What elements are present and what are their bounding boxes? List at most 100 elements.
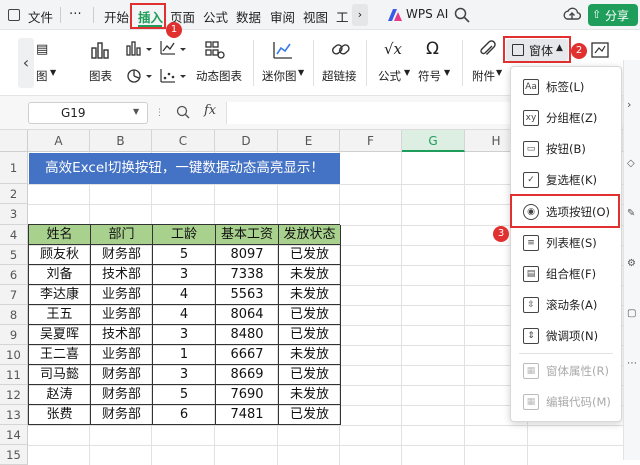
column-header-b[interactable]: B <box>90 130 152 152</box>
tab-review[interactable]: 审阅 <box>270 7 295 26</box>
table-cell-tenure[interactable]: 4 <box>153 285 216 305</box>
dynamic-chart-icon[interactable] <box>204 40 226 63</box>
attachment-button[interactable]: 附件 <box>472 68 495 84</box>
sparkline-icon[interactable] <box>272 40 294 63</box>
chevron-right-icon[interactable]: › <box>352 4 368 26</box>
table-cell-base-salary[interactable]: 7690 <box>216 385 279 405</box>
table-cell-department[interactable]: 业务部 <box>91 285 153 305</box>
table-cell-name[interactable]: 刘备 <box>29 265 91 285</box>
table-cell-payment-status[interactable]: 未发放 <box>279 345 341 365</box>
table-cell-name[interactable]: 王二喜 <box>29 345 91 365</box>
ribbon-scroll-left-button[interactable]: ‹ <box>18 38 34 88</box>
table-cell-base-salary[interactable]: 8064 <box>216 305 279 325</box>
tab-view[interactable]: 视图 <box>303 7 328 26</box>
table-cell-base-salary[interactable]: 7338 <box>216 265 279 285</box>
name-box[interactable]: G19 ▼ <box>28 102 148 124</box>
row-header-7[interactable]: 7 <box>0 285 28 305</box>
table-cell-base-salary[interactable]: 7481 <box>216 405 279 425</box>
table-cell-name[interactable]: 赵涛 <box>29 385 91 405</box>
scatter-chart-dropdown-icon[interactable] <box>160 68 190 87</box>
table-cell-payment-status[interactable]: 未发放 <box>279 265 341 285</box>
title-banner-cell[interactable]: 高效Excel切换按钮，一键数据动态高亮显示！ <box>29 153 340 184</box>
side-tool-icon[interactable]: ◇ <box>627 158 635 169</box>
table-cell-tenure[interactable]: 1 <box>153 345 216 365</box>
table-cell-tenure[interactable]: 5 <box>153 245 216 265</box>
tab-data[interactable]: 数据 <box>236 7 261 26</box>
cloud-upload-icon[interactable] <box>563 6 582 24</box>
table-cell-department[interactable]: 财务部 <box>91 245 153 265</box>
row-header-3[interactable]: 3 <box>0 204 28 225</box>
table-cell-tenure[interactable]: 3 <box>153 365 216 385</box>
table-cell-name[interactable]: 司马懿 <box>29 365 91 385</box>
menu-item-button[interactable]: ▭ 按钮(B) <box>517 135 617 163</box>
table-cell-payment-status[interactable]: 已发放 <box>279 245 341 265</box>
table-cell-payment-status[interactable]: 已发放 <box>279 325 341 345</box>
table-header-tenure[interactable]: 工龄 <box>153 225 216 245</box>
formula-button[interactable]: 公式 <box>378 68 401 84</box>
table-cell-tenure[interactable]: 5 <box>153 385 216 405</box>
column-header-c[interactable]: C <box>152 130 215 152</box>
pie-chart-dropdown-icon[interactable] <box>126 68 156 87</box>
menu-item-scroll-bar[interactable]: ⇳ 滚动条(A) <box>517 291 617 319</box>
table-cell-name[interactable]: 张费 <box>29 405 91 425</box>
menu-item-group-box[interactable]: xy 分组框(Z) <box>517 104 617 132</box>
function-fx-button[interactable]: fx <box>204 103 216 118</box>
table-cell-base-salary[interactable]: 8669 <box>216 365 279 385</box>
menu-item-spinner[interactable]: ⇕ 微调项(N) <box>517 322 617 350</box>
wps-ai-button[interactable]: WPS AI <box>406 7 448 21</box>
row-header-10[interactable]: 10 <box>0 345 28 365</box>
column-header-g[interactable]: G <box>402 130 465 152</box>
row-header-5[interactable]: 5 <box>0 245 28 265</box>
table-cell-department[interactable]: 技术部 <box>91 265 153 285</box>
row-header-1[interactable]: 1 <box>0 152 28 184</box>
row-header-6[interactable]: 6 <box>0 265 28 285</box>
select-all-corner[interactable] <box>0 130 28 152</box>
zoom-icon[interactable] <box>176 105 190 122</box>
table-cell-payment-status[interactable]: 已发放 <box>279 305 341 325</box>
file-menu[interactable]: 文件 <box>28 7 53 26</box>
table-header-base-salary[interactable]: 基本工资 <box>216 225 279 245</box>
omega-symbol-icon[interactable]: Ω <box>426 39 439 59</box>
table-cell-base-salary[interactable]: 6667 <box>216 345 279 365</box>
chevron-down-icon[interactable]: ▼ <box>298 68 304 77</box>
side-tool-icon[interactable]: ✎ <box>627 208 635 219</box>
table-cell-payment-status[interactable]: 已发放 <box>279 405 341 425</box>
column-header-e[interactable]: E <box>278 130 340 152</box>
table-cell-base-salary[interactable]: 8480 <box>216 325 279 345</box>
table-cell-base-salary[interactable]: 8097 <box>216 245 279 265</box>
search-icon[interactable] <box>454 7 470 23</box>
tab-home[interactable]: 开始 <box>104 7 129 26</box>
table-cell-tenure[interactable]: 3 <box>153 325 216 345</box>
link-icon[interactable] <box>330 40 352 63</box>
sparkline-button[interactable]: 迷你图 <box>262 68 297 84</box>
menu-item-checkbox[interactable]: ✓ 复选框(K) <box>517 166 617 194</box>
hyperlink-button[interactable]: 超链接 <box>322 68 357 84</box>
truncated-group-label[interactable]: 图 <box>36 68 48 84</box>
bar-chart-icon[interactable] <box>90 40 110 63</box>
table-cell-department[interactable]: 业务部 <box>91 305 153 325</box>
table-cell-tenure[interactable]: 3 <box>153 265 216 285</box>
tab-formula[interactable]: 公式 <box>203 7 228 26</box>
ole-object-icon[interactable] <box>590 40 612 63</box>
row-header-9[interactable]: 9 <box>0 325 28 345</box>
table-cell-name[interactable]: 王五 <box>29 305 91 325</box>
table-cell-name[interactable]: 顾友秋 <box>29 245 91 265</box>
menu-item-label[interactable]: Aa 标签(L) <box>517 73 617 101</box>
chart-button[interactable]: 图表 <box>89 68 112 84</box>
chevron-down-icon[interactable]: ▼ <box>404 68 410 77</box>
table-header-payment-status[interactable]: 发放状态 <box>279 225 341 245</box>
formula-sqrt-icon[interactable]: √x <box>384 40 402 58</box>
table-cell-base-salary[interactable]: 5563 <box>216 285 279 305</box>
side-tool-icon[interactable]: ▢ <box>627 308 636 319</box>
table-cell-tenure[interactable]: 6 <box>153 405 216 425</box>
file-icon[interactable] <box>8 9 20 21</box>
row-header-12[interactable]: 12 <box>0 385 28 405</box>
column-header-d[interactable]: D <box>215 130 278 152</box>
more-menu[interactable]: ⋯ <box>69 5 82 20</box>
table-cell-department[interactable]: 业务部 <box>91 345 153 365</box>
row-header-11[interactable]: 11 <box>0 365 28 385</box>
table-cell-department[interactable]: 财务部 <box>91 405 153 425</box>
row-header-14[interactable]: 14 <box>0 425 28 445</box>
table-cell-department[interactable]: 财务部 <box>91 385 153 405</box>
column-header-a[interactable]: A <box>28 130 90 152</box>
